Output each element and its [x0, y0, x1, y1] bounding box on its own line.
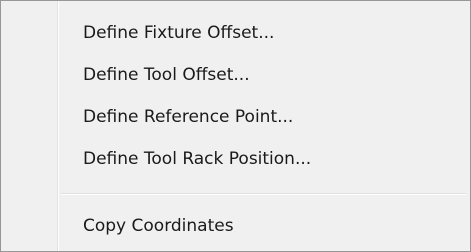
menu-item-copy-coordinates[interactable]: Copy Coordinates	[1, 206, 470, 246]
menu-item-define-tool-rack-position[interactable]: Define Tool Rack Position...	[1, 139, 470, 179]
context-menu: Define Fixture Offset... Define Tool Off…	[0, 0, 471, 252]
menu-item-label: Define Reference Point...	[83, 107, 294, 127]
menu-item-define-fixture-offset[interactable]: Define Fixture Offset...	[1, 13, 470, 53]
menu-item-label: Copy Coordinates	[83, 216, 234, 236]
menu-separator	[61, 193, 466, 195]
menu-item-define-tool-offset[interactable]: Define Tool Offset...	[1, 55, 470, 95]
menu-item-label: Define Tool Rack Position...	[83, 149, 312, 169]
menu-item-define-reference-point[interactable]: Define Reference Point...	[1, 97, 470, 137]
menu-item-label: Define Tool Offset...	[83, 65, 250, 85]
menu-item-label: Define Fixture Offset...	[83, 23, 275, 43]
